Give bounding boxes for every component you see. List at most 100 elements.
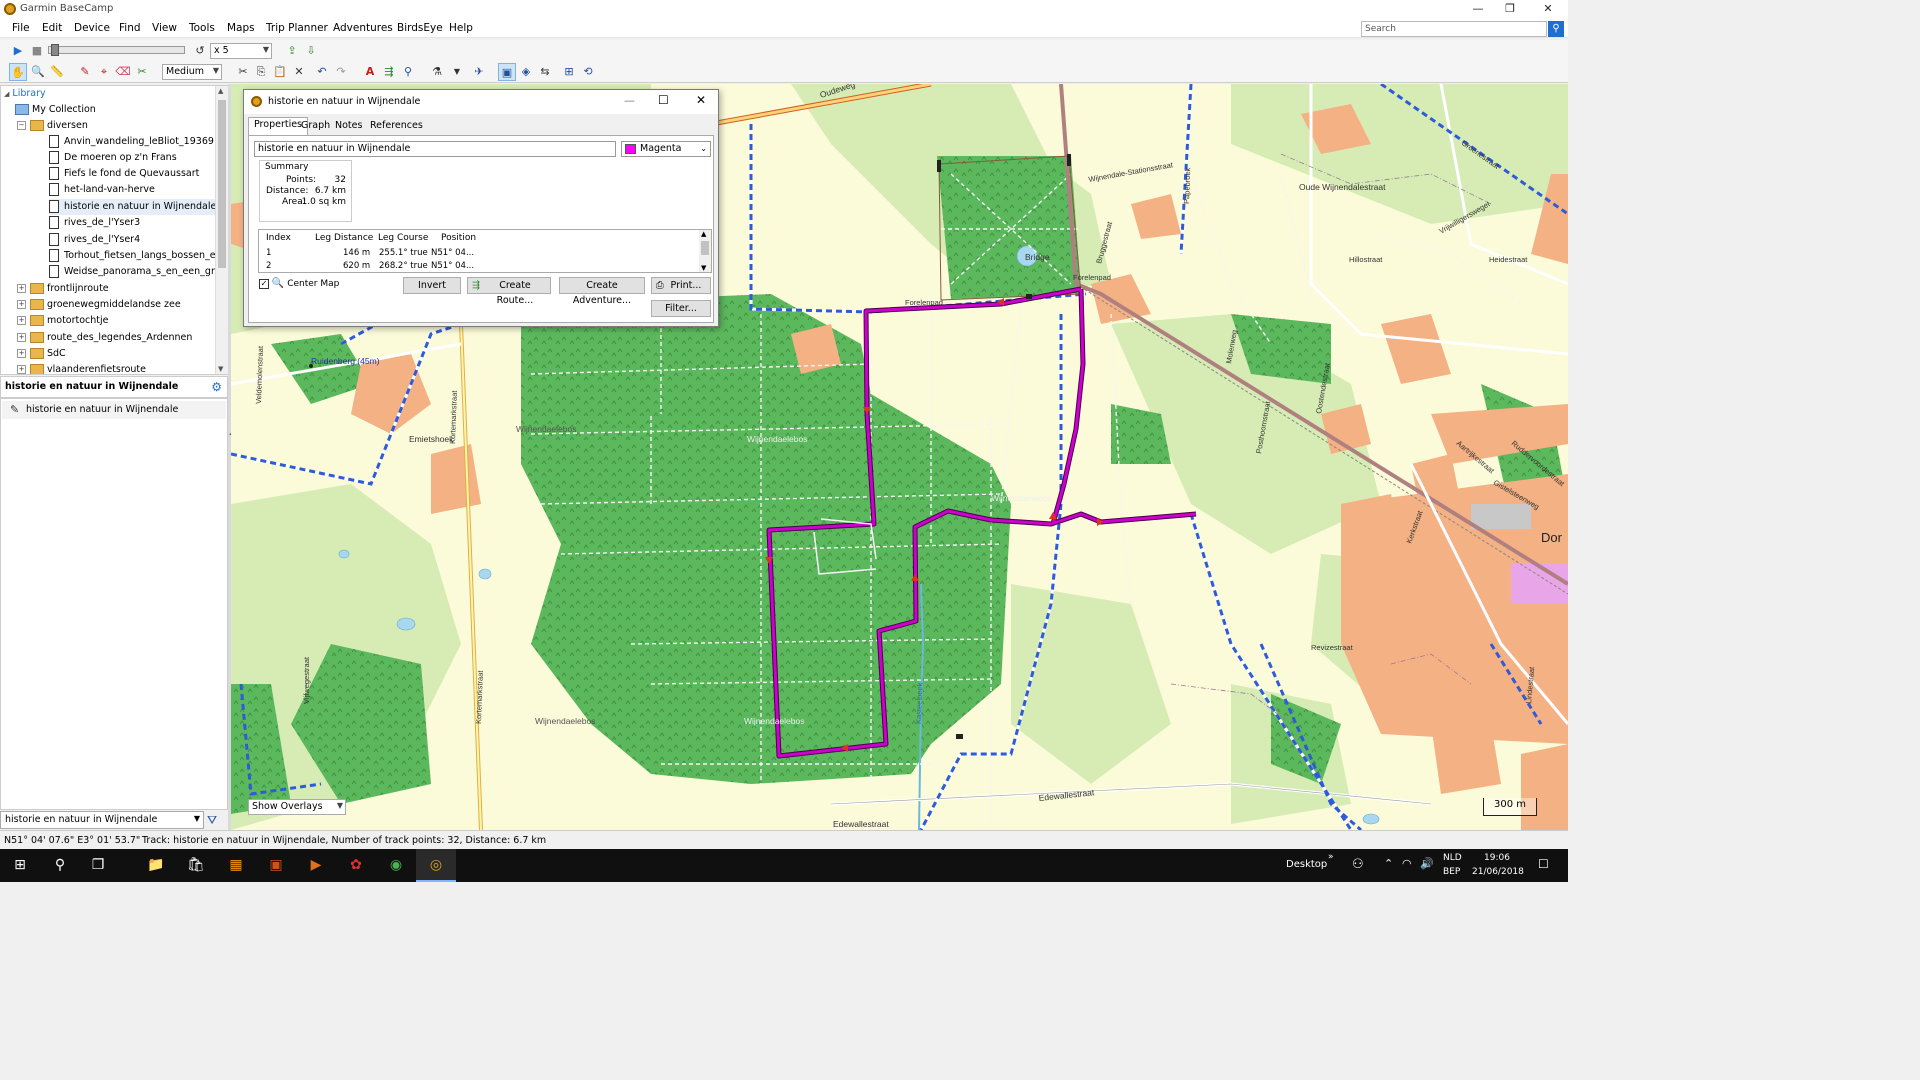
measure-tool-icon[interactable]: 📏	[48, 63, 66, 81]
new-track-icon[interactable]: ✎	[76, 63, 94, 81]
column-header[interactable]: Position	[441, 233, 476, 243]
menu-birdseye[interactable]: BirdsEye	[397, 22, 443, 34]
column-header[interactable]: Leg Distance	[315, 233, 373, 243]
search-icon[interactable]: ⚲	[40, 849, 80, 882]
search-icon[interactable]: ⚲	[1548, 21, 1564, 37]
app-icon[interactable]: ▣	[256, 849, 296, 882]
expand-icon[interactable]: +	[17, 284, 26, 293]
eraser-icon[interactable]: ⌫	[114, 63, 132, 81]
scroll-up-icon[interactable]: ▲	[218, 87, 223, 95]
library-scrollbar[interactable]: ▲ ▼	[215, 86, 228, 374]
folder-item[interactable]: + frontlijnroute	[17, 281, 109, 297]
expand-icon[interactable]: +	[17, 365, 26, 374]
waypoint-tool-icon[interactable]: ⚲	[399, 63, 417, 81]
app-icon[interactable]: ✿	[336, 849, 376, 882]
collection-select[interactable]: historie en natuur in Wijnendale ▼	[0, 811, 204, 829]
3d-view-icon[interactable]: ◈	[517, 63, 535, 81]
menu-device[interactable]: Device	[74, 22, 110, 34]
library-root[interactable]: ◢ Library	[4, 86, 46, 102]
2d-view-icon[interactable]: ▣	[498, 63, 516, 81]
playback-slider[interactable]	[48, 44, 185, 56]
invert-button[interactable]: Invert	[403, 277, 461, 294]
app-icon[interactable]: ▦	[216, 849, 256, 882]
cut-icon[interactable]: ✂	[234, 63, 252, 81]
task-view-icon[interactable]: ❐	[78, 849, 118, 882]
basecamp-taskbar-icon[interactable]: ◎	[416, 849, 456, 882]
list-item[interactable]: rives_de_l'Yser4	[49, 232, 140, 248]
list-item[interactable]: Weidse_panorama_s_en_een_gr...	[49, 264, 223, 280]
menu-find[interactable]: Find	[119, 22, 141, 34]
list-item[interactable]: rives_de_l'Yser3	[49, 215, 140, 231]
column-header[interactable]: Index	[266, 233, 291, 243]
tab-references[interactable]: References	[365, 119, 428, 135]
notifications-icon[interactable]: ☐	[1538, 857, 1549, 871]
list-item[interactable]: De moeren op z'n Frans	[49, 150, 177, 166]
list-item[interactable]: Fiefs le fond de Quevaussart	[49, 166, 199, 182]
rewind-icon[interactable]: ↺	[191, 42, 209, 60]
hand-tool-icon[interactable]: ✋	[9, 63, 27, 81]
expand-icon[interactable]: +	[17, 316, 26, 325]
folder-diversen[interactable]: − diversen	[17, 118, 88, 134]
list-item-selected[interactable]: historie en natuur in Wijnendale	[49, 199, 216, 215]
select-track-icon[interactable]: ⌖	[95, 63, 113, 81]
play-icon[interactable]: ▶	[9, 42, 27, 60]
dialog-close-button[interactable]: ✕	[696, 93, 706, 107]
list-item[interactable]: Torhout_fietsen_langs_bossen_e...	[49, 248, 225, 264]
maximize-button[interactable]: ❐	[1492, 0, 1528, 19]
menu-file[interactable]: File	[12, 22, 30, 34]
create-adventure-button[interactable]: Create Adventure...	[559, 277, 645, 306]
expand-icon[interactable]: +	[17, 300, 26, 309]
chevron-icon[interactable]: »	[1328, 852, 1334, 862]
filter-dropdown-icon[interactable]: ▼	[448, 63, 466, 81]
print-button[interactable]: ⎙ Print...	[651, 277, 711, 294]
divide-icon[interactable]: ✂	[133, 63, 151, 81]
folder-item[interactable]: + route_des_legendes_Ardennen	[17, 330, 192, 346]
folder-item[interactable]: + motortochtje	[17, 313, 109, 329]
column-header[interactable]: Leg Course	[378, 233, 428, 243]
filter-tool-icon[interactable]: ⚗	[428, 63, 446, 81]
copy-icon[interactable]: ⎘	[252, 63, 270, 81]
language-indicator[interactable]: NLD	[1443, 853, 1462, 863]
list-item[interactable]: het-land-van-herve	[49, 182, 155, 198]
menu-help[interactable]: Help	[449, 22, 473, 34]
chevron-up-icon[interactable]: ⌃	[1384, 857, 1393, 870]
filter-button[interactable]: Filter...	[651, 300, 711, 317]
detail-select[interactable]: Medium ▼	[162, 64, 222, 80]
windows-start-icon[interactable]: ⊞	[0, 849, 40, 882]
minimize-button[interactable]: —	[1460, 0, 1496, 19]
desktop-toolbar-label[interactable]: Desktop	[1286, 859, 1327, 870]
file-explorer-icon[interactable]: 📁	[136, 849, 176, 882]
track-name-input[interactable]: historie en natuur in Wijnendale	[254, 141, 616, 157]
folder-item[interactable]: + SdC	[17, 346, 66, 362]
volume-icon[interactable]: 🔊	[1420, 857, 1434, 870]
zoom-tool-icon[interactable]: 🔍	[29, 63, 47, 81]
expand-icon[interactable]: +	[17, 333, 26, 342]
tab-notes[interactable]: Notes	[330, 119, 367, 135]
undo-icon[interactable]: ↶	[313, 63, 331, 81]
people-icon[interactable]: ⚇	[1352, 857, 1364, 872]
menu-adventures[interactable]: Adventures	[333, 22, 393, 34]
color-select[interactable]: Magenta ⌄	[621, 141, 711, 157]
receive-from-device-icon[interactable]: ⇩	[302, 42, 320, 60]
create-route-button[interactable]: ⇶ Create Route...	[467, 277, 551, 306]
overlay-select[interactable]: Show Overlays ▼	[248, 799, 346, 815]
route-tool-icon[interactable]: ⇶	[380, 63, 398, 81]
send-to-device-icon[interactable]: ⇪	[283, 42, 301, 60]
track-list-item[interactable]: ✎ historie en natuur in Wijnendale	[2, 401, 226, 419]
menu-view[interactable]: View	[152, 22, 177, 34]
paste-icon[interactable]: 📋	[271, 63, 289, 81]
sync-icon[interactable]: ⟲	[579, 63, 597, 81]
table-row[interactable]: 2 620 m 268.2° true N51° 04...	[259, 261, 699, 272]
scroll-down-icon[interactable]: ▼	[218, 365, 223, 373]
text-tool-icon[interactable]: A	[361, 63, 379, 81]
clock-time[interactable]: 19:06	[1484, 853, 1510, 863]
dialog-minimize-button[interactable]: —	[624, 94, 635, 107]
menu-trip-planner[interactable]: Trip Planner	[266, 22, 328, 34]
wifi-icon[interactable]: ◠	[1402, 857, 1412, 870]
scroll-down-icon[interactable]: ▼	[701, 264, 706, 272]
media-player-icon[interactable]: ▶	[296, 849, 336, 882]
store-icon[interactable]: 🛍	[176, 849, 216, 882]
table-row[interactable]: 1 146 m 255.1° true N51° 04...	[259, 248, 699, 260]
list-item[interactable]: Anvin_wandeling_leBliot_19369	[49, 134, 214, 150]
folder-item[interactable]: + vlaanderenfietsroute	[17, 362, 146, 374]
